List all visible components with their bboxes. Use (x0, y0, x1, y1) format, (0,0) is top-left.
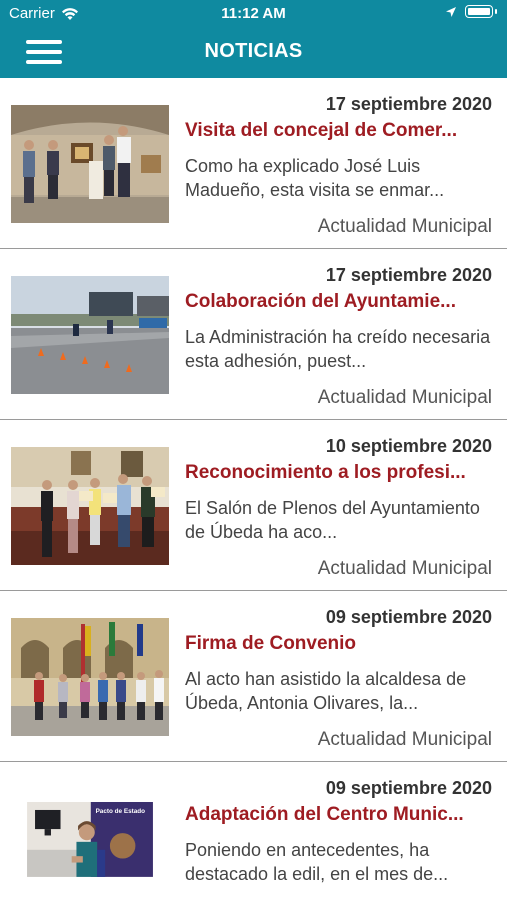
news-thumbnail (11, 447, 169, 565)
status-bar: Carrier 11:12 AM (0, 0, 507, 28)
news-thumbnail (11, 105, 169, 223)
news-date: 10 septiembre 2020 (325, 436, 492, 456)
status-time: 11:12 AM (221, 5, 286, 22)
app-header: Carrier 11:12 AM NOTICIAS (0, 0, 507, 78)
news-title[interactable]: Firma de Convenio (185, 633, 493, 655)
news-item[interactable]: Pacto de Estado 09 septiembre 2020 Adapt… (0, 762, 507, 900)
battery-icon (465, 5, 493, 18)
news-title[interactable]: Adaptación del Centro Munic... (185, 804, 493, 826)
news-thumbnail: Pacto de Estado (27, 802, 153, 877)
news-category: Actualidad Municipal (317, 729, 492, 750)
news-date: 17 septiembre 2020 (325, 265, 492, 285)
news-item[interactable]: 17 septiembre 2020 Colaboración del Ayun… (0, 249, 507, 420)
news-category: Actualidad Municipal (317, 387, 492, 408)
news-thumbnail (11, 276, 169, 394)
news-item[interactable]: 09 septiembre 2020 Firma de Convenio Al … (0, 591, 507, 762)
news-date: 17 septiembre 2020 (325, 94, 492, 114)
news-date: 09 septiembre 2020 (325, 607, 492, 627)
news-title[interactable]: Visita del concejal de Comer... (185, 120, 493, 142)
page-title: NOTICIAS (204, 40, 303, 62)
news-title[interactable]: Colaboración del Ayuntamie... (185, 291, 493, 313)
news-date: 09 septiembre 2020 (325, 778, 492, 798)
news-list: 17 septiembre 2020 Visita del concejal d… (0, 78, 507, 900)
status-right-group (445, 5, 497, 18)
location-arrow-icon (446, 6, 456, 17)
thumb-text: Pacto de Estado (96, 808, 146, 815)
battery-cap (495, 9, 497, 14)
news-category: Actualidad Municipal (317, 558, 492, 579)
news-summary: El Salón de Plenos del Ayuntamiento de Ú… (185, 498, 480, 542)
news-thumbnail (11, 618, 169, 736)
news-summary: La Administración ha creído necesaria es… (185, 327, 491, 371)
news-summary: Como ha explicado José Luis Madueño, est… (185, 156, 445, 200)
news-summary: Al acto han asistido la alcaldesa de Úbe… (185, 669, 467, 713)
news-summary: Poniendo en antecedentes, ha destacado l… (185, 840, 449, 884)
news-title[interactable]: Reconocimiento a los profesi... (185, 462, 493, 484)
news-item[interactable]: 10 septiembre 2020 Reconocimiento a los … (0, 420, 507, 591)
news-item[interactable]: 17 septiembre 2020 Visita del concejal d… (0, 78, 507, 249)
news-category: Actualidad Municipal (317, 216, 492, 237)
